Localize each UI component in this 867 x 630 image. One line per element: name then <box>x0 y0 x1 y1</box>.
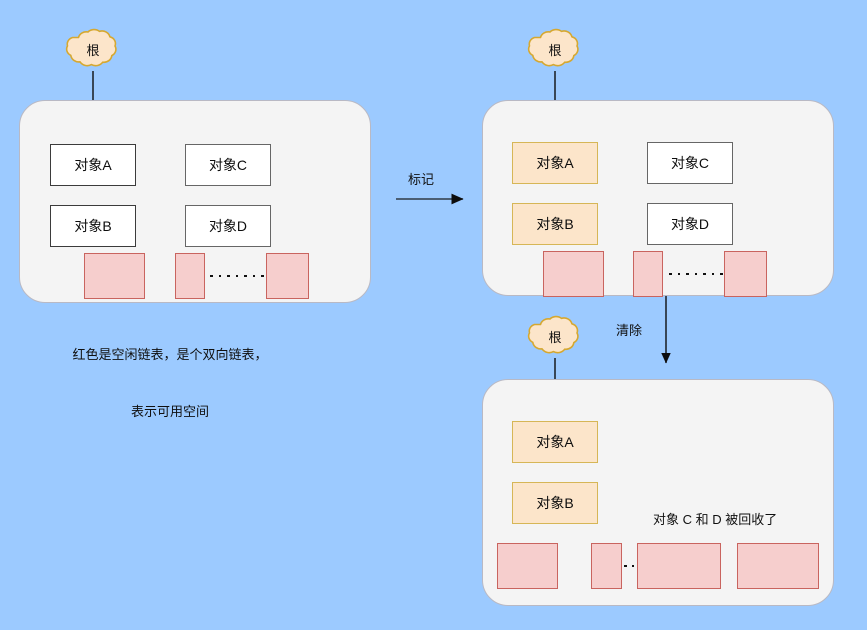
object-box-c-before[interactable]: 对象C <box>185 144 271 186</box>
sweep-note: 对象 C 和 D 被回收了 <box>653 512 778 527</box>
transition-label-sweep: 清除 <box>616 323 643 338</box>
object-label: 对象C <box>208 157 248 173</box>
free-list-ellipsis <box>669 272 723 276</box>
object-label: 对象D <box>670 216 710 232</box>
free-block[interactable] <box>591 543 622 589</box>
free-block[interactable] <box>266 253 309 299</box>
object-box-a-before[interactable]: 对象A <box>50 144 136 186</box>
cloud-icon <box>65 28 117 67</box>
root-cloud-bottom-right[interactable]: 根 <box>526 313 584 359</box>
object-box-d-before[interactable]: 对象D <box>185 205 271 247</box>
object-box-a-marked[interactable]: 对象A <box>512 142 598 184</box>
cloud-icon <box>527 28 579 67</box>
diagram-canvas: 对象A 对象B 对象C 对象D 红色是空闲链表，是个双向链表， 表示可用空间 对… <box>0 0 867 630</box>
cloud-icon <box>527 315 579 354</box>
free-block[interactable] <box>497 543 558 589</box>
object-box-c-marked[interactable]: 对象C <box>647 142 733 184</box>
object-box-b-before[interactable]: 对象B <box>50 205 136 247</box>
free-block[interactable] <box>637 543 721 589</box>
root-cloud-left[interactable]: 根 <box>64 26 122 72</box>
free-block[interactable] <box>737 543 819 589</box>
object-label: 对象B <box>536 495 574 511</box>
free-list-caption: 红色是空闲链表，是个双向链表， 表示可用空间 <box>45 307 295 459</box>
free-block[interactable] <box>175 253 205 299</box>
object-box-d-marked[interactable]: 对象D <box>647 203 733 245</box>
object-label: 对象B <box>536 216 574 232</box>
object-box-b-marked[interactable]: 对象B <box>512 203 598 245</box>
object-label: 对象A <box>536 434 574 450</box>
free-list-caption-line1: 红色是空闲链表，是个双向链表， <box>72 347 268 362</box>
free-block[interactable] <box>724 251 767 297</box>
transition-label-mark: 标记 <box>408 172 435 187</box>
free-list-ellipsis <box>624 564 634 568</box>
object-label: 对象B <box>74 218 112 234</box>
free-block[interactable] <box>633 251 663 297</box>
free-block[interactable] <box>543 251 604 297</box>
object-label: 对象C <box>670 155 710 171</box>
object-box-a-swept[interactable]: 对象A <box>512 421 598 463</box>
root-cloud-top-right[interactable]: 根 <box>526 26 584 72</box>
free-list-caption-line2: 表示可用空间 <box>130 404 209 419</box>
free-block[interactable] <box>84 253 145 299</box>
object-label: 对象A <box>536 155 574 171</box>
object-box-b-swept[interactable]: 对象B <box>512 482 598 524</box>
free-list-ellipsis <box>210 274 264 278</box>
object-label: 对象A <box>74 157 112 173</box>
object-label: 对象D <box>208 218 248 234</box>
